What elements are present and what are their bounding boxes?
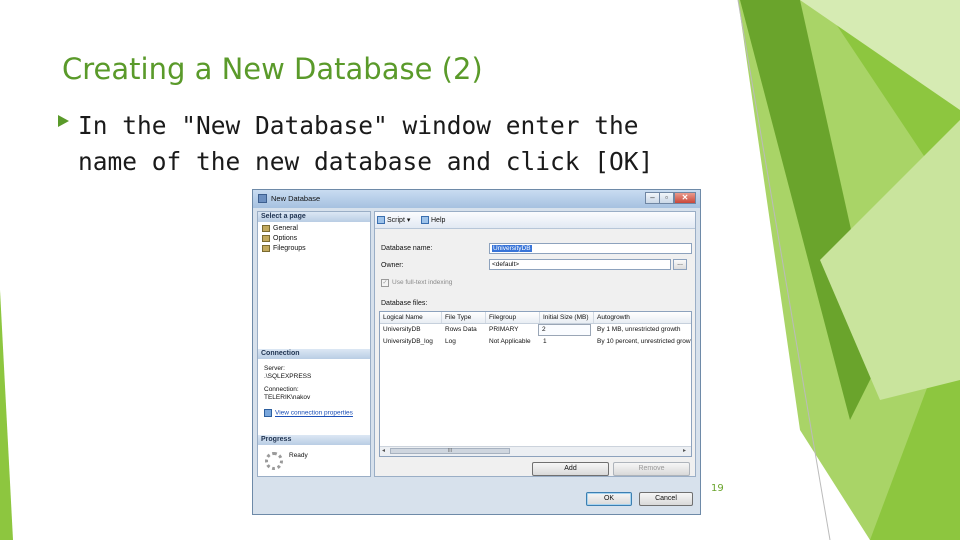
help-icon [421,216,429,224]
browse-owner-button[interactable]: ... [673,259,687,270]
bullet-text-line-1: In the "New Database" window enter the [78,111,639,140]
connection-value: TELERIK\nakov [264,394,311,401]
grid-cell[interactable]: UniversityDB [380,324,442,336]
server-label: Server: [264,365,285,372]
add-button[interactable]: Add [532,462,609,476]
right-pane: Script ▾ Help Database name: UniversityD… [374,211,696,477]
left-pane: Select a page General Options Filegroups… [257,211,371,477]
database-files-grid: Logical Name File Type Filegroup Initial… [379,311,692,457]
view-connection-properties-link[interactable]: View connection properties [275,410,353,417]
script-button[interactable]: Script ▾ [377,216,410,225]
dialog-toolbar: Script ▾ Help [375,212,695,229]
grid-header-cell[interactable]: Logical Name [380,312,442,323]
connection-heading: Connection [258,349,370,359]
grid-cell[interactable]: 2 [538,324,591,336]
bullet-text: In the "New Database" window enter the n… [78,108,718,176]
server-value: .\SQLEXPRESS [264,373,312,380]
database-icon [258,194,267,203]
scroll-right-icon[interactable]: ▸ [683,447,686,455]
progress-spinner-icon [265,452,283,470]
minimize-button[interactable]: – [645,192,660,204]
ok-button[interactable]: OK [586,492,632,506]
connection-properties-icon [264,409,272,417]
wrench-icon [262,224,270,232]
grid-horizontal-scrollbar[interactable]: ◂ III ▸ [380,446,691,456]
new-database-dialog: New Database – ▫ ✕ Select a page General… [252,189,701,515]
grid-cell[interactable]: Rows Data [442,324,486,336]
grid-header-cell[interactable]: Autogrowth [594,312,691,323]
grid-cell[interactable]: By 1 MB, unrestricted growth [594,324,691,336]
bullet-arrow-icon [56,114,70,128]
help-label: Help [431,216,446,224]
progress-heading: Progress [258,435,370,445]
remove-button[interactable]: Remove [613,462,690,476]
script-label: Script [387,217,405,224]
table-row[interactable]: UniversityDB_log Log Not Applicable 1 By… [380,336,691,348]
scrollbar-thumb[interactable]: III [390,448,510,454]
dialog-titlebar[interactable]: New Database – ▫ ✕ [253,190,700,208]
grid-header-cell[interactable]: Filegroup [486,312,540,323]
view-connection-link-row: View connection properties [264,409,353,418]
page-item-filegroups[interactable]: Filegroups [262,244,306,254]
scroll-left-icon[interactable]: ◂ [382,447,385,455]
database-name-value: UniversityDB [492,245,532,252]
page-item-general[interactable]: General [262,224,298,234]
select-page-heading: Select a page [258,212,370,222]
page-item-label: Filegroups [273,245,306,252]
grid-cell[interactable]: Not Applicable [486,336,540,348]
page-item-label: Options [273,235,298,242]
grid-cell[interactable]: UniversityDB_log [380,336,442,348]
slide-number: 19 [711,483,724,494]
grid-cell[interactable]: PRIMARY [486,324,540,336]
close-button[interactable]: ✕ [674,192,696,204]
bullet-text-line-2: name of the new database and click [OK] [78,147,654,176]
connection-label: Connection: [264,386,299,393]
wrench-icon [262,244,270,252]
grid-cell[interactable]: By 10 percent, unrestricted growth [594,336,691,348]
maximize-button[interactable]: ▫ [659,192,674,204]
grid-header: Logical Name File Type Filegroup Initial… [380,312,691,324]
page-item-options[interactable]: Options [262,234,297,244]
dialog-title: New Database [271,194,321,203]
fulltext-label: Use full-text indexing [392,279,453,286]
wrench-icon [262,234,270,242]
progress-status: Ready [289,452,308,459]
fulltext-checkbox[interactable]: ✓ [381,279,389,287]
grid-header-cell[interactable]: Initial Size (MB) [540,312,594,323]
grid-cell[interactable]: Log [442,336,486,348]
left-accent-shape [0,290,13,540]
grid-header-cell[interactable]: File Type [442,312,486,323]
grid-cell[interactable]: 1 [540,336,594,348]
table-row[interactable]: UniversityDB Rows Data PRIMARY 2 By 1 MB… [380,324,691,336]
slide-title: Creating a New Database (2) [62,52,483,86]
cancel-button[interactable]: Cancel [639,492,693,506]
database-name-input[interactable]: UniversityDB [489,243,692,254]
script-icon [377,216,385,225]
database-name-label: Database name: [381,245,433,252]
owner-input[interactable]: <default> [489,259,671,270]
page-item-label: General [273,225,298,232]
database-files-label: Database files: [381,300,428,307]
help-button[interactable]: Help [421,216,445,224]
owner-label: Owner: [381,262,404,269]
